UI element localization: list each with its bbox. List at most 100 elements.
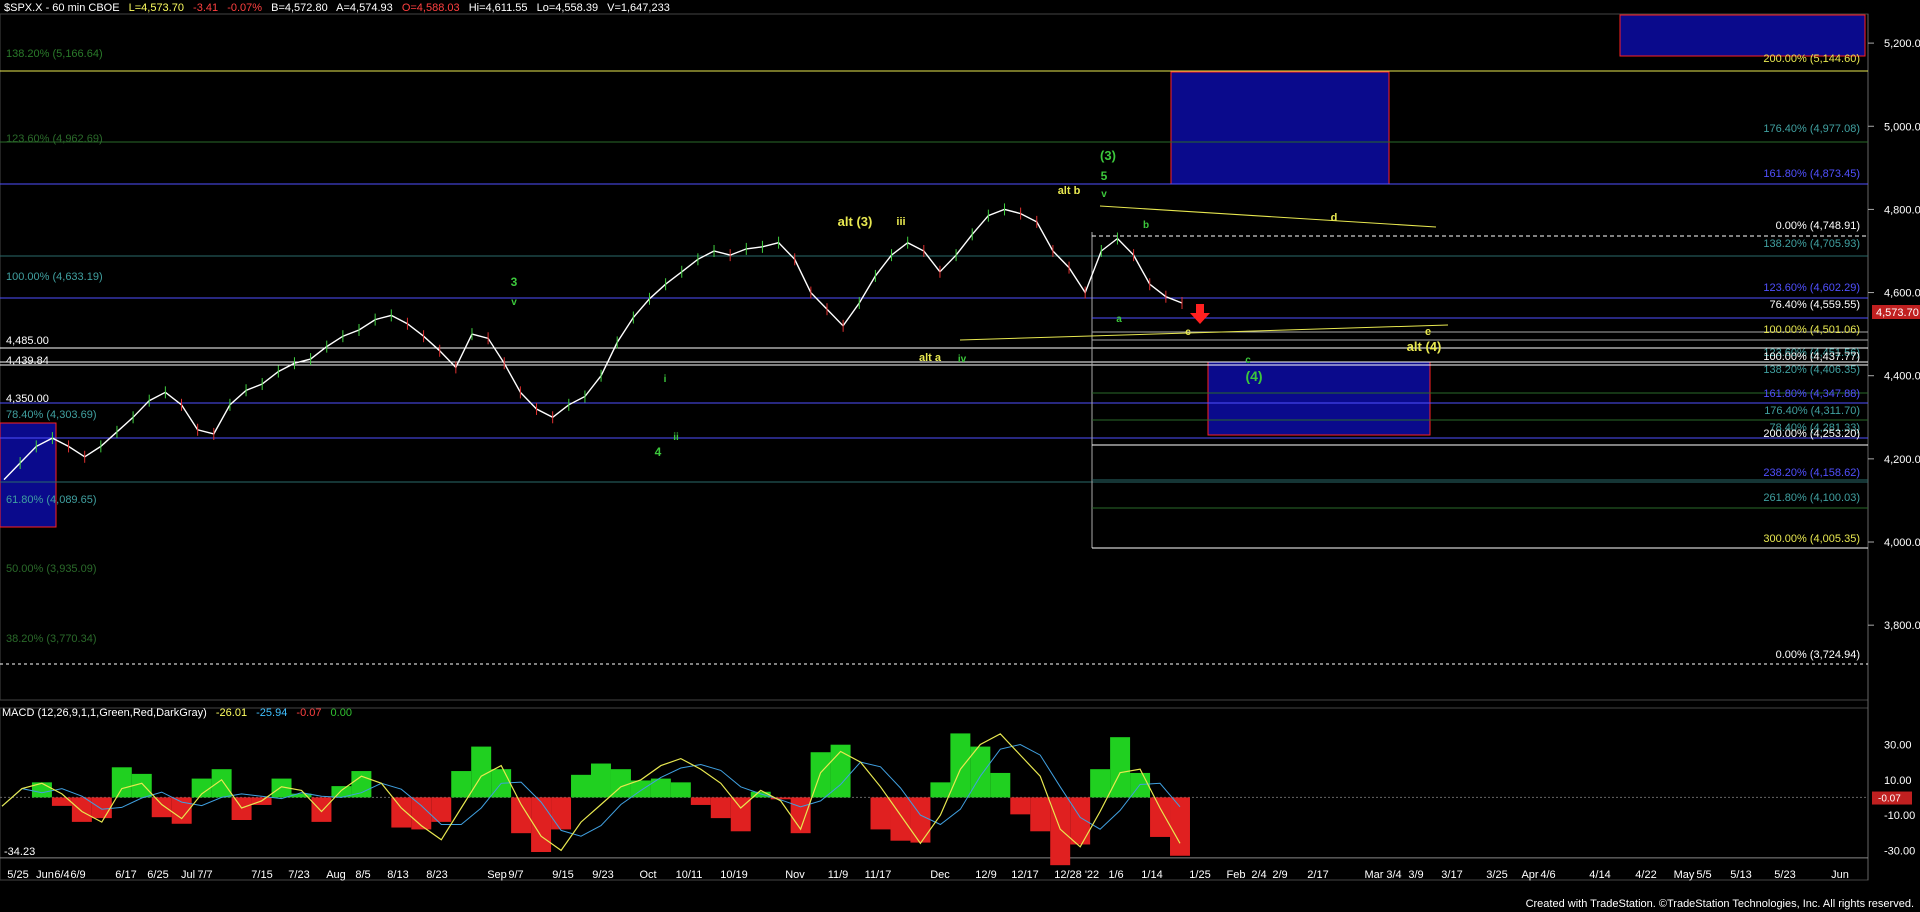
macd-histogram-bar xyxy=(151,797,172,818)
fib-label-right: 261.80% (4,100.03) xyxy=(1763,492,1860,504)
wave-label-e: e xyxy=(1425,326,1431,338)
x-tick-label: 12/17 xyxy=(1011,869,1039,881)
chart-window: 5,200.00 5,000.00 4,800.00 4,600.00 4,400.00… xyxy=(0,0,1920,912)
macd-histogram-bar xyxy=(670,782,691,798)
pct-change: -0.07% xyxy=(227,2,263,14)
macd-header: MACD (12,26,9,1,1,Green,Red,DarkGray) -2… xyxy=(2,707,358,719)
x-tick-label: 10/19 xyxy=(720,869,748,881)
target-box xyxy=(1619,14,1866,57)
last-price-tag: 4,573.70 xyxy=(1876,307,1919,319)
fib-label-right: 176.40% (4,977.08) xyxy=(1763,123,1860,135)
wave-label-alt_b: alt b xyxy=(1058,185,1081,197)
macd-value: -26.01 xyxy=(215,707,248,719)
wave-label-alt3: alt (3) xyxy=(838,214,873,229)
price-tick-label: 5,000.00 xyxy=(1884,121,1920,133)
macd-histogram-bar xyxy=(411,797,432,830)
fib-label-right: 200.00% (5,144.60) xyxy=(1763,53,1860,65)
fib-label-left: 138.20% (5,166.64) xyxy=(6,48,103,60)
fib-label-right: 300.00% (4,005.35) xyxy=(1763,533,1860,545)
fib-label-right: 0.00% (4,748.91) xyxy=(1776,220,1860,232)
x-tick-label: 3/17 xyxy=(1441,869,1462,881)
fib-label-right: 238.20% (4,158.62) xyxy=(1763,467,1860,479)
macd-histogram-bar xyxy=(1150,797,1171,837)
macd-histogram-bar xyxy=(1070,797,1091,845)
fib-label-right: 0.00% (3,724.94) xyxy=(1776,649,1860,661)
x-tick-label: 10/11 xyxy=(676,869,703,881)
price-line xyxy=(3,208,1183,481)
macd-histogram-bar xyxy=(51,797,72,806)
price-tick-label: 3,800.00 xyxy=(1884,620,1920,632)
fib-label-left: 38.20% (3,770.34) xyxy=(6,633,97,645)
fib-label-right: 138.20% (4,406.35) xyxy=(1763,364,1860,376)
macd-tick-label: 30.00 xyxy=(1884,739,1912,751)
down-arrow-icon xyxy=(1190,304,1210,324)
macd-histogram-bar xyxy=(950,733,971,798)
macd-histogram-bar xyxy=(890,797,911,841)
wave-label-a: a xyxy=(1116,314,1122,325)
target-box xyxy=(1170,71,1390,185)
fib-label-left: 4,350.00 xyxy=(6,393,49,405)
macd-title: MACD (12,26,9,1,1,Green,Red,DarkGray) xyxy=(2,707,207,719)
x-tick-label: Sep xyxy=(487,869,507,881)
x-tick-label: 4/6 xyxy=(1540,869,1555,881)
price-tick-label: 4,600.00 xyxy=(1884,288,1920,300)
fib-label-left: 123.60% (4,962.69) xyxy=(6,133,103,145)
wave-label-w_iii: iii xyxy=(896,216,905,228)
macd-signal: -25.94 xyxy=(256,707,288,719)
bid-price: B=4,572.80 xyxy=(271,2,328,14)
x-tick-label: 2/17 xyxy=(1307,869,1328,881)
x-tick-label: Aug xyxy=(326,869,346,881)
macd-histogram-bar xyxy=(211,769,232,798)
macd-tick-label: -30.00 xyxy=(1884,845,1915,857)
fib-label-left: 61.80% (4,089.65) xyxy=(6,494,97,506)
x-tick-label: Oct xyxy=(639,869,656,881)
macd-histogram-bar xyxy=(690,797,711,805)
macd-histogram-bar xyxy=(111,767,132,798)
macd-histogram-bar xyxy=(1030,797,1051,832)
wave-label-p4: (4) xyxy=(1245,368,1262,384)
wave-label-w_v: v xyxy=(1101,189,1107,200)
x-tick-label: Nov xyxy=(785,869,805,881)
fib-label-right: 123.60% (4,602.29) xyxy=(1763,282,1860,294)
x-tick-label: 12/9 xyxy=(975,869,996,881)
macd-histogram-bar xyxy=(970,746,991,798)
ask-price: A=4,574.93 xyxy=(336,2,393,14)
x-tick-label: 5/13 xyxy=(1730,869,1751,881)
price-tick-label: 4,400.00 xyxy=(1884,371,1920,383)
price-tick-label: 4,200.00 xyxy=(1884,454,1920,466)
wave-label-c: c xyxy=(1185,327,1191,338)
wave-label-w4_green: 4 xyxy=(655,445,662,459)
x-tick-label: 1/14 xyxy=(1141,869,1162,881)
volume: V=1,647,233 xyxy=(607,2,670,14)
x-tick-label: 12/28 xyxy=(1054,869,1082,881)
price-chart[interactable]: 5,200.00 5,000.00 4,800.00 4,600.00 4,400.00… xyxy=(0,0,1920,912)
macd-histogram-bar xyxy=(551,797,572,830)
x-tick-label: Jun xyxy=(1831,869,1849,881)
x-tick-label: 3/25 xyxy=(1486,869,1507,881)
x-tick-label: Jul xyxy=(181,869,195,881)
macd-histogram-bar xyxy=(1050,797,1071,866)
macd-histogram-bar xyxy=(91,797,112,819)
macd-histogram-bar xyxy=(571,774,591,798)
x-tick-label: Feb xyxy=(1227,869,1246,881)
x-tick-label: 2/4 xyxy=(1251,869,1266,881)
wave-label-w3_green: 3 xyxy=(511,275,518,289)
macd-zero: 0.00 xyxy=(330,707,352,719)
x-tick-label: 3/9 xyxy=(1408,869,1423,881)
fib-label-left: 78.40% (4,303.69) xyxy=(6,409,97,421)
x-tick-label: 11/17 xyxy=(865,869,892,881)
x-tick-label: 7/7 xyxy=(197,869,212,881)
fib-label-left: 50.00% (3,935.09) xyxy=(6,563,97,575)
macd-histogram-bar xyxy=(930,782,951,798)
x-tick-label: May xyxy=(1674,869,1695,881)
wave-label-w3_v: v xyxy=(511,297,517,308)
x-tick-label: 9/7 xyxy=(508,869,523,881)
symbol-label: $SPX.X - 60 min CBOE xyxy=(4,2,120,14)
x-tick-label: 2/9 xyxy=(1272,869,1287,881)
fib-label-right: 200.00% (4,253.20) xyxy=(1763,428,1860,440)
macd-histogram-bar xyxy=(591,763,611,798)
wave-label-w_iv: iv xyxy=(958,354,967,365)
macd-histogram-bar xyxy=(451,771,472,798)
x-tick-label: Jun xyxy=(36,869,54,881)
macd-histogram-bar xyxy=(910,797,931,843)
